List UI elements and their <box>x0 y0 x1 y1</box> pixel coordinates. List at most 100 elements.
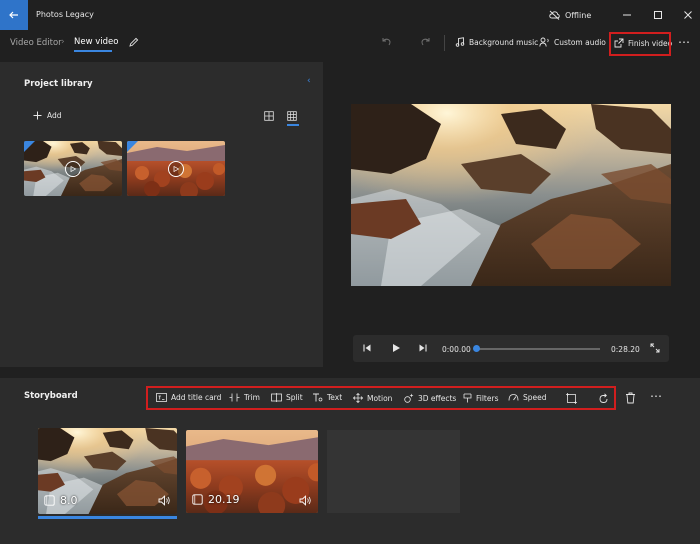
speedometer-icon <box>508 394 519 401</box>
rotate-button[interactable] <box>598 393 609 404</box>
crop-icon <box>566 393 577 404</box>
add-title-card-label: Add title card <box>171 393 222 402</box>
motion-button[interactable]: Motion <box>353 393 392 403</box>
background-music-label: Background music <box>469 37 539 47</box>
trim-icon <box>229 393 240 402</box>
play-circle-icon <box>168 161 184 177</box>
redo-icon <box>421 38 430 46</box>
title-card-icon <box>156 393 167 402</box>
trim-label: Trim <box>244 393 260 402</box>
person-audio-icon <box>539 37 549 47</box>
clip-duration-icon <box>192 494 203 505</box>
filters-label: Filters <box>476 393 499 403</box>
large-grid-view-button[interactable] <box>264 111 274 121</box>
clip-1-volume-button[interactable] <box>158 495 171 506</box>
storyboard-title: Storyboard <box>24 391 78 401</box>
text-label: Text <box>327 393 343 402</box>
text-button[interactable]: Text <box>312 393 342 402</box>
add-media-button[interactable]: Add <box>33 111 62 120</box>
motion-label: Motion <box>367 393 393 403</box>
split-label: Split <box>286 393 303 402</box>
selected-clip-indicator <box>38 516 177 519</box>
small-grid-view-button[interactable] <box>287 111 297 121</box>
delete-button[interactable] <box>625 392 636 404</box>
speed-button[interactable]: Speed <box>508 393 547 402</box>
project-library-panel <box>0 62 323 367</box>
collapse-library-icon[interactable]: ‹ <box>307 76 311 86</box>
motion-icon <box>353 393 363 403</box>
3d-effects-button[interactable]: 3D effects <box>404 393 456 403</box>
maximize-button[interactable] <box>649 6 667 24</box>
fullscreen-button[interactable] <box>650 343 660 353</box>
back-button[interactable] <box>0 0 28 30</box>
video-preview[interactable] <box>351 104 671 286</box>
storyboard-clip-1[interactable]: 8.0 <box>38 428 177 514</box>
grid-view-underline <box>287 124 299 126</box>
minimize-icon <box>623 14 631 16</box>
plus-icon <box>33 111 42 120</box>
music-note-icon <box>455 37 465 47</box>
trim-button[interactable]: Trim <box>229 393 260 402</box>
clip-1-duration: 8.0 <box>60 494 78 507</box>
offline-status[interactable]: Offline <box>549 10 591 20</box>
trash-icon <box>626 392 635 404</box>
selected-corner-marker <box>127 141 138 152</box>
selected-corner-marker <box>24 141 35 152</box>
library-item-autumn-forest[interactable] <box>127 141 225 196</box>
split-button[interactable]: Split <box>271 393 303 402</box>
step-forward-button[interactable] <box>418 343 428 353</box>
breadcrumb-underline <box>74 50 112 52</box>
grid-large-icon <box>264 111 274 121</box>
expand-icon <box>650 343 660 353</box>
crop-button[interactable] <box>566 393 577 404</box>
play-button[interactable] <box>391 343 401 353</box>
speaker-icon <box>158 495 170 506</box>
title-bar <box>0 0 700 30</box>
split-icon <box>271 393 282 402</box>
cloud-offline-icon <box>549 10 560 20</box>
step-back-button[interactable] <box>362 343 372 353</box>
seek-handle[interactable] <box>473 345 480 352</box>
custom-audio-label: Custom audio <box>554 37 606 47</box>
custom-audio-button[interactable]: Custom audio <box>539 37 606 47</box>
speaker-icon <box>299 495 311 506</box>
toolbar-divider <box>444 35 445 51</box>
breadcrumb-project-name[interactable]: New video <box>74 37 118 47</box>
close-button[interactable] <box>679 6 697 24</box>
skip-forward-icon <box>419 344 427 352</box>
project-library-title: Project library <box>24 79 93 89</box>
storyboard-more-icon[interactable]: ⋯ <box>650 389 662 403</box>
preview-frame-image <box>351 104 671 286</box>
breadcrumb-video-editor[interactable]: Video Editor <box>10 38 62 48</box>
skip-back-icon <box>363 344 371 352</box>
more-options-icon[interactable]: ⋯ <box>678 35 690 49</box>
undo-icon <box>382 38 391 46</box>
clip-2-volume-button[interactable] <box>299 495 312 506</box>
finish-video-highlight <box>609 32 671 56</box>
background-music-button[interactable]: Background music <box>455 37 538 47</box>
undo-button[interactable] <box>380 36 392 48</box>
total-time: 0:28.20 <box>611 345 640 354</box>
arrow-left-icon <box>9 11 18 19</box>
breadcrumb-chevron-icon: › <box>61 37 65 47</box>
library-item-coastal-rocks[interactable] <box>24 141 122 196</box>
grid-small-icon <box>287 111 297 121</box>
current-time: 0:00.00 <box>442 345 471 354</box>
rename-button[interactable] <box>128 37 139 48</box>
minimize-button[interactable] <box>618 6 636 24</box>
add-title-card-button[interactable]: Add title card <box>156 393 221 402</box>
play-circle-icon <box>65 161 81 177</box>
text-icon <box>313 393 323 402</box>
redo-button[interactable] <box>420 36 432 48</box>
filter-icon <box>463 393 472 403</box>
speed-label: Speed <box>523 393 547 402</box>
add-media-label: Add <box>47 111 62 120</box>
seek-bar[interactable] <box>476 348 600 350</box>
rotate-icon <box>599 393 608 403</box>
sparkle-effects-icon <box>404 393 414 403</box>
clip-2-duration: 20.19 <box>208 493 240 506</box>
offline-label: Offline <box>565 10 592 20</box>
storyboard-empty-slot[interactable] <box>327 430 460 513</box>
filters-button[interactable]: Filters <box>463 393 498 403</box>
storyboard-clip-2[interactable]: 20.19 <box>186 430 318 513</box>
